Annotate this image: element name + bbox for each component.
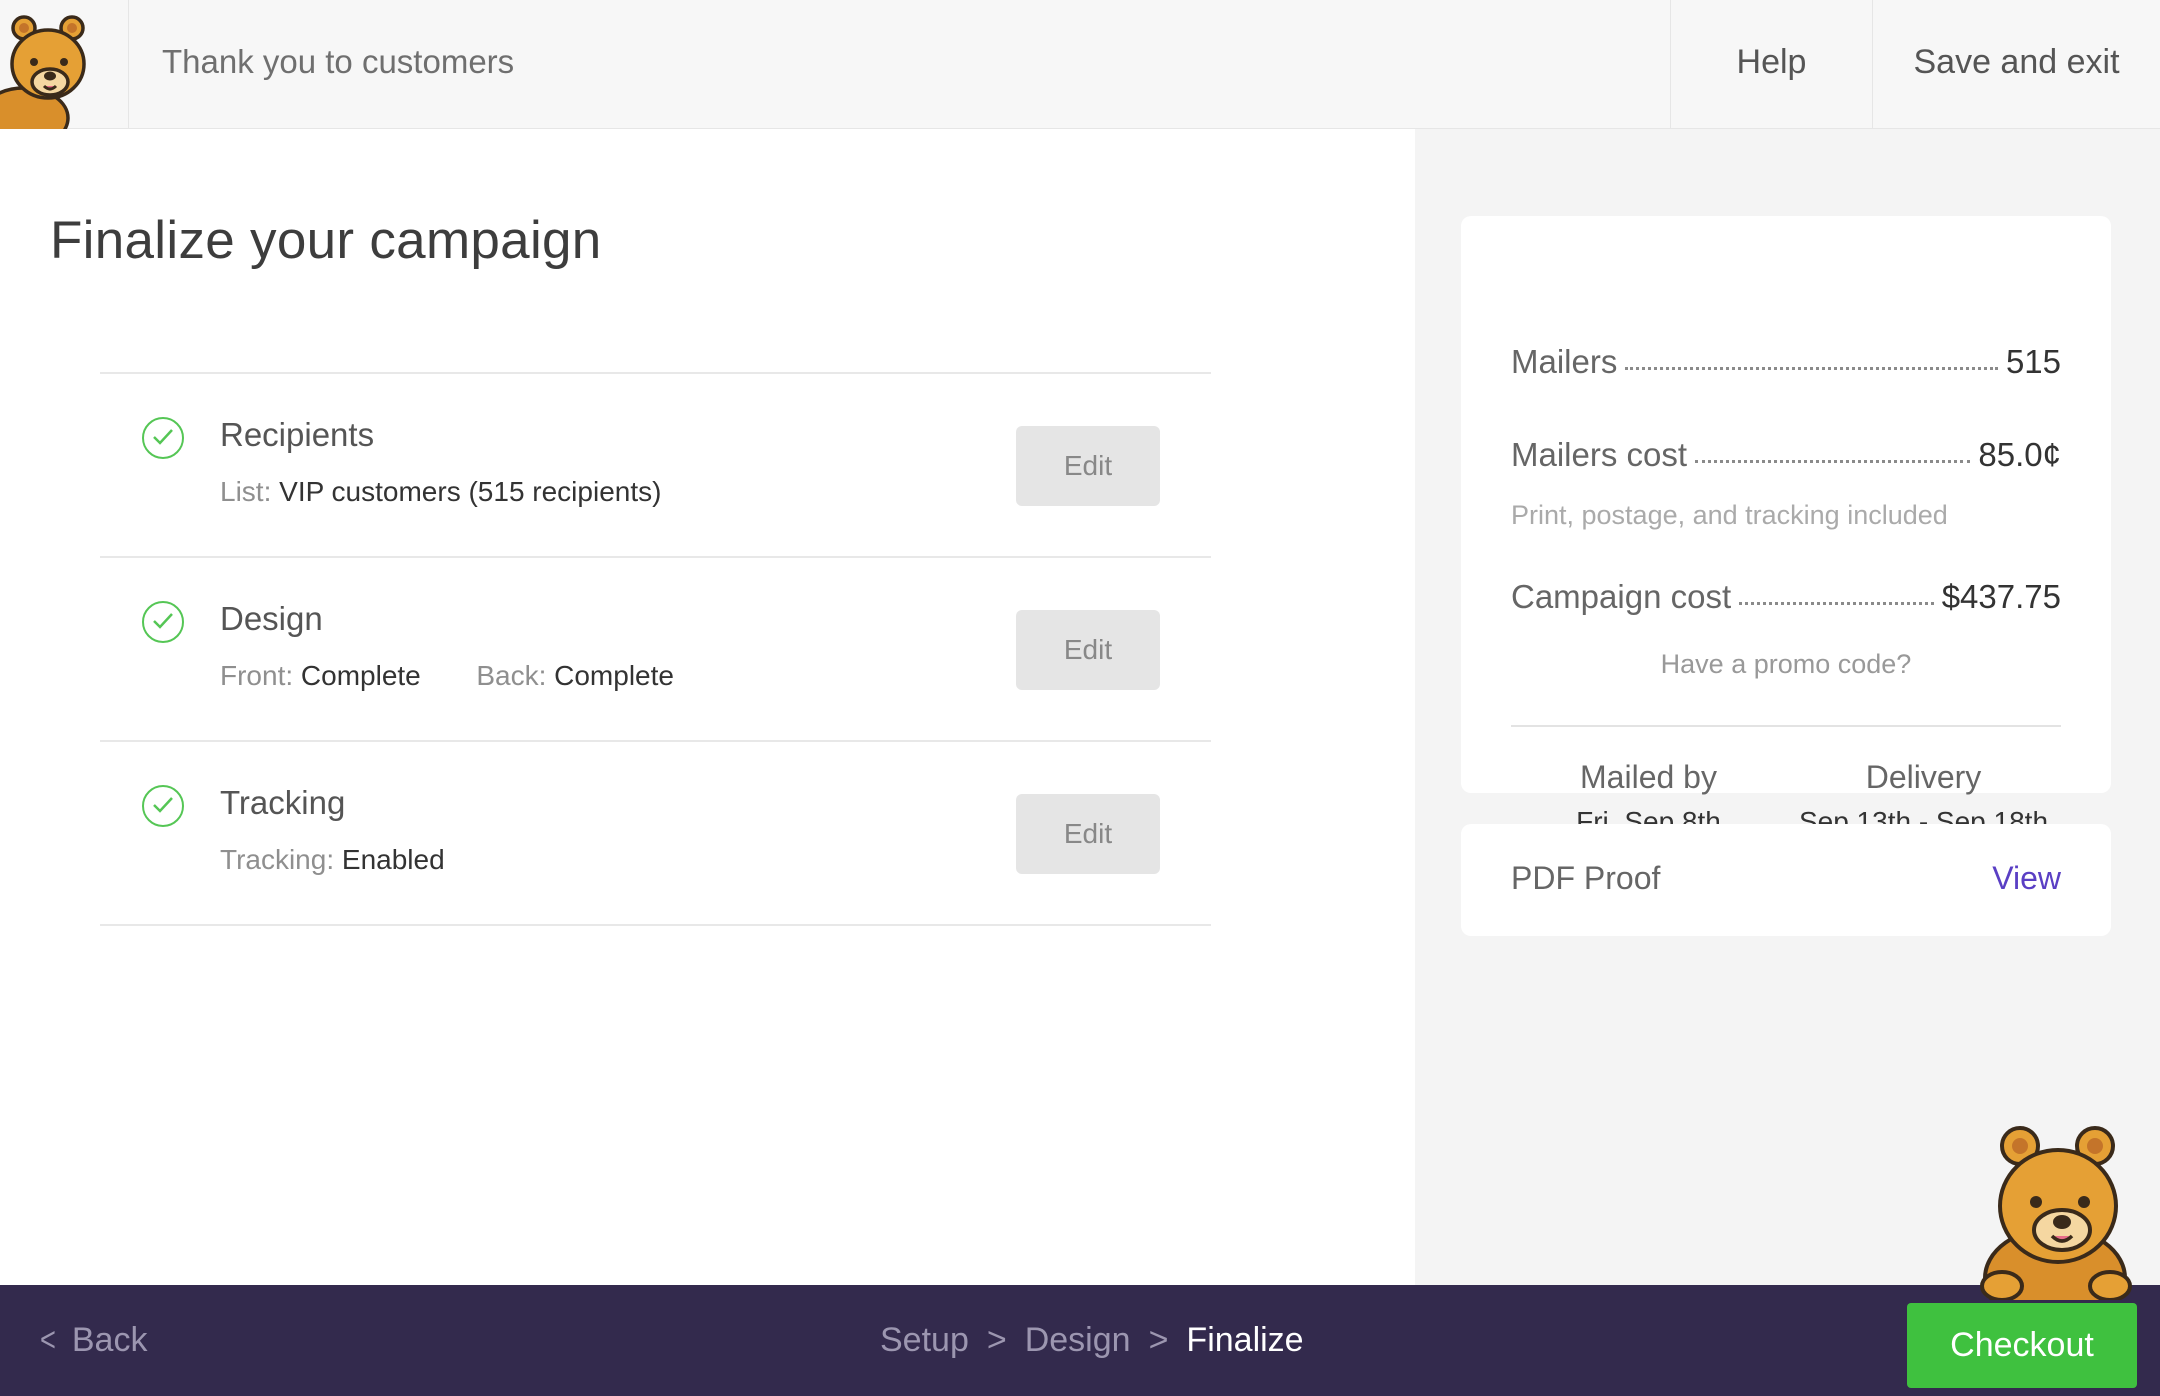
edit-design-button[interactable]: Edit — [1016, 610, 1160, 690]
detail-value: Enabled — [341, 844, 445, 875]
breadcrumb: Setup > Design > Finalize — [880, 1285, 1304, 1396]
divider — [1511, 725, 2061, 727]
dot-leader — [1695, 460, 1971, 463]
step-detail: Tracking: Enabled — [220, 844, 445, 876]
detail-label: Front: — [220, 660, 294, 691]
promo-code-link[interactable]: Have a promo code? — [1511, 649, 2061, 680]
checkout-button[interactable]: Checkout — [1907, 1303, 2137, 1388]
campaign-cost-row: Campaign cost $437.75 — [1511, 578, 2061, 616]
check-circle-icon — [142, 601, 184, 643]
step-detail: List: VIP customers (515 recipients) — [220, 476, 661, 508]
summary-sidebar: Mailers 515 Mailers cost 85.0¢ Print, po… — [1415, 129, 2160, 1285]
logo[interactable] — [0, 0, 129, 129]
detail-label: Back: — [476, 660, 547, 691]
bottom-nav-bar: < Back Setup > Design > Finalize Checkout — [0, 1285, 2160, 1396]
check-circle-icon — [142, 785, 184, 827]
top-header: Thank you to customers Help Save and exi… — [0, 0, 2160, 129]
step-title: Tracking — [220, 784, 346, 821]
save-and-exit-button[interactable]: Save and exit — [1872, 0, 2160, 129]
mailed-by-label: Mailed by — [1580, 759, 1717, 795]
step-title: Recipients — [220, 416, 375, 453]
breadcrumb-chevron-icon: > — [1148, 1321, 1169, 1359]
mailers-cost-row: Mailers cost 85.0¢ — [1511, 436, 2061, 474]
mailers-value: 515 — [2005, 343, 2061, 380]
campaign-name: Thank you to customers — [162, 43, 515, 80]
mailers-cost-value: 85.0¢ — [1978, 436, 2061, 473]
edit-tracking-button[interactable]: Edit — [1016, 794, 1160, 874]
mascot-peek-icon — [1980, 1126, 2132, 1300]
dot-leader — [1625, 367, 1998, 370]
step-title: Design — [220, 600, 323, 637]
step-detail: Front: Complete Back: Complete — [220, 660, 674, 692]
mailers-label: Mailers — [1511, 343, 1618, 380]
mailers-cost-label: Mailers cost — [1511, 436, 1688, 473]
back-label: Back — [71, 1321, 148, 1359]
back-button[interactable]: < Back — [38, 1285, 147, 1396]
breadcrumb-finalize: Finalize — [1186, 1321, 1304, 1359]
detail-value: Complete — [554, 660, 674, 691]
detail-label: Tracking: — [220, 844, 335, 875]
detail-label: List: — [220, 476, 272, 507]
mailers-row: Mailers 515 — [1511, 343, 2061, 381]
breadcrumb-design[interactable]: Design — [1025, 1321, 1131, 1359]
breadcrumb-chevron-icon: > — [986, 1321, 1007, 1359]
detail-value: Complete — [300, 660, 421, 691]
cost-summary-card: Mailers 515 Mailers cost 85.0¢ Print, po… — [1461, 216, 2111, 837]
pdf-proof-card: PDF Proof View — [1461, 824, 2111, 936]
cost-note: Print, postage, and tracking included — [1511, 500, 1948, 530]
mascot-logo-icon — [0, 15, 86, 129]
dot-leader — [1739, 602, 1934, 605]
back-chevron-icon: < — [39, 1321, 56, 1359]
view-proof-link[interactable]: View — [1992, 824, 2061, 932]
breadcrumb-setup[interactable]: Setup — [880, 1321, 969, 1359]
campaign-cost-label: Campaign cost — [1511, 578, 1732, 615]
step-tracking: Tracking Tracking: Enabled Edit — [100, 742, 1211, 926]
check-circle-icon — [142, 417, 184, 459]
campaign-steps-list: Recipients List: VIP customers (515 reci… — [100, 372, 1211, 926]
edit-recipients-button[interactable]: Edit — [1016, 426, 1160, 506]
delivery-label: Delivery — [1865, 759, 1982, 795]
step-recipients: Recipients List: VIP customers (515 reci… — [100, 374, 1211, 558]
step-design: Design Front: Complete Back: Complete Ed… — [100, 558, 1211, 742]
detail-value: VIP customers (515 recipients) — [279, 476, 662, 507]
help-button[interactable]: Help — [1670, 0, 1872, 129]
campaign-cost-value: $437.75 — [1941, 578, 2061, 615]
pdf-proof-label: PDF Proof — [1511, 860, 1661, 896]
page-title: Finalize your campaign — [50, 211, 602, 270]
